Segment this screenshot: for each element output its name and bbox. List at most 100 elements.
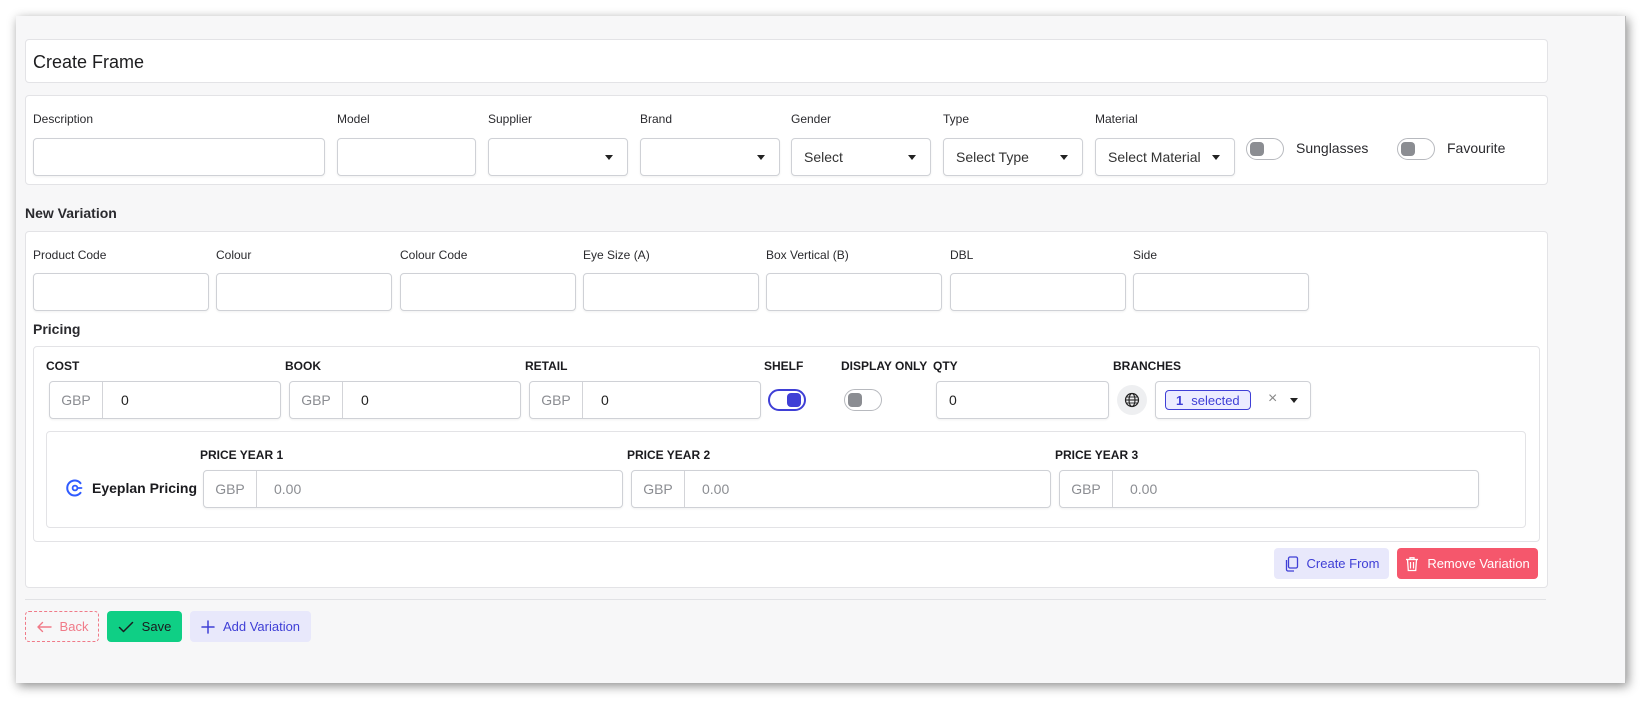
check-icon (118, 621, 133, 632)
book-currency: GBP (290, 382, 343, 418)
book-value: 0 (361, 392, 369, 408)
page-container: Create Frame Description Model Supplier … (16, 16, 1626, 683)
caret-down-icon (1212, 155, 1220, 160)
book-input-group[interactable]: GBP 0 (289, 381, 521, 419)
price-year-1-input-group[interactable]: GBP 0.00 (203, 470, 623, 508)
retail-value: 0 (601, 392, 609, 408)
add-variation-label: Add Variation (222, 619, 301, 634)
gender-select[interactable]: Select (791, 138, 931, 176)
box-vertical-label: Box Vertical (B) (766, 248, 849, 262)
eyeplan-pricing-label: Eyeplan Pricing (92, 480, 198, 496)
price-year-1-currency: GBP (204, 471, 257, 507)
display-only-toggle[interactable] (844, 389, 882, 411)
shelf-label: SHELF (764, 359, 804, 373)
globe-button[interactable] (1117, 385, 1147, 415)
save-label: Save (141, 619, 172, 634)
trash-icon (1406, 556, 1419, 571)
favourite-toggle[interactable] (1397, 138, 1435, 160)
model-input[interactable] (337, 138, 476, 176)
price-year-2-label: PRICE YEAR 2 (627, 448, 711, 462)
description-input[interactable] (33, 138, 325, 176)
plus-icon (201, 619, 215, 634)
qty-input[interactable]: 0 (936, 381, 1109, 419)
price-year-1-label: PRICE YEAR 1 (200, 448, 284, 462)
create-from-button[interactable]: Create From (1274, 548, 1389, 579)
cost-input-group[interactable]: GBP 0 (49, 381, 281, 419)
product-code-label: Product Code (33, 248, 107, 262)
type-value: Select Type (956, 149, 1029, 165)
branches-select[interactable]: 1 selected × (1155, 381, 1311, 419)
book-label: BOOK (285, 359, 321, 373)
new-variation-heading: New Variation (25, 205, 117, 221)
colour-code-label: Colour Code (400, 248, 468, 262)
qty-value: 0 (949, 392, 957, 408)
create-from-label: Create From (1306, 556, 1380, 571)
colour-input[interactable] (216, 273, 392, 311)
dbl-input[interactable] (950, 273, 1126, 311)
toggle-knob (787, 393, 801, 407)
remove-variation-button[interactable]: Remove Variation (1397, 548, 1538, 579)
shelf-toggle[interactable] (768, 389, 806, 411)
arrow-left-icon (36, 621, 52, 632)
gender-value: Select (804, 149, 843, 165)
description-label: Description (33, 112, 94, 126)
back-label: Back (59, 619, 89, 634)
save-button[interactable]: Save (107, 611, 182, 642)
page-title: Create Frame (33, 52, 145, 72)
gender-label: Gender (791, 112, 832, 126)
caret-down-icon (1290, 398, 1298, 403)
toggle-knob (1401, 142, 1415, 156)
copy-icon (1285, 555, 1298, 572)
remove-variation-label: Remove Variation (1427, 556, 1530, 571)
add-variation-button[interactable]: Add Variation (190, 611, 311, 642)
side-input[interactable] (1133, 273, 1309, 311)
retail-input-group[interactable]: GBP 0 (529, 381, 761, 419)
brand-label: Brand (640, 112, 673, 126)
price-year-1-placeholder: 0.00 (274, 481, 302, 497)
supplier-select[interactable] (488, 138, 628, 176)
price-year-3-input-group[interactable]: GBP 0.00 (1059, 470, 1479, 508)
caret-down-icon (757, 155, 765, 160)
price-year-3-currency: GBP (1060, 471, 1113, 507)
colour-code-input[interactable] (400, 273, 576, 311)
model-label: Model (337, 112, 370, 126)
box-vertical-input[interactable] (766, 273, 942, 311)
display-only-label: DISPLAY ONLY (841, 359, 928, 373)
caret-down-icon (908, 155, 916, 160)
price-year-3-label: PRICE YEAR 3 (1055, 448, 1139, 462)
colour-label: Colour (216, 248, 252, 262)
price-year-3-placeholder: 0.00 (1130, 481, 1158, 497)
branches-label: BRANCHES (1113, 359, 1182, 373)
qty-label: QTY (933, 359, 958, 373)
price-year-2-input-group[interactable]: GBP 0.00 (631, 470, 1051, 508)
eyeplan-logo-icon (66, 479, 83, 497)
supplier-label: Supplier (488, 112, 533, 126)
retail-currency: GBP (530, 382, 583, 418)
title-card (25, 39, 1548, 83)
dbl-label: DBL (950, 248, 974, 262)
type-label: Type (943, 112, 970, 126)
globe-icon (1124, 392, 1140, 408)
branches-selected-text: selected (1191, 392, 1240, 408)
back-button[interactable]: Back (25, 611, 99, 642)
cost-currency: GBP (50, 382, 103, 418)
type-select[interactable]: Select Type (943, 138, 1083, 176)
brand-select[interactable] (640, 138, 780, 176)
eye-size-label: Eye Size (A) (583, 248, 650, 262)
sunglasses-label: Sunglasses (1296, 140, 1369, 156)
product-code-input[interactable] (33, 273, 209, 311)
material-select[interactable]: Select Material (1095, 138, 1235, 176)
sunglasses-toggle[interactable] (1246, 138, 1284, 160)
price-year-2-placeholder: 0.00 (702, 481, 730, 497)
caret-down-icon (1060, 155, 1068, 160)
eye-size-input[interactable] (583, 273, 759, 311)
retail-label: RETAIL (525, 359, 568, 373)
branches-selected-badge[interactable]: 1 selected (1165, 390, 1251, 410)
branches-count: 1 (1176, 392, 1184, 408)
toggle-knob (848, 393, 862, 407)
clear-icon[interactable]: × (1268, 390, 1277, 408)
cost-label: COST (46, 359, 80, 373)
side-label: Side (1133, 248, 1158, 262)
favourite-label: Favourite (1447, 140, 1506, 156)
toggle-knob (1250, 142, 1264, 156)
